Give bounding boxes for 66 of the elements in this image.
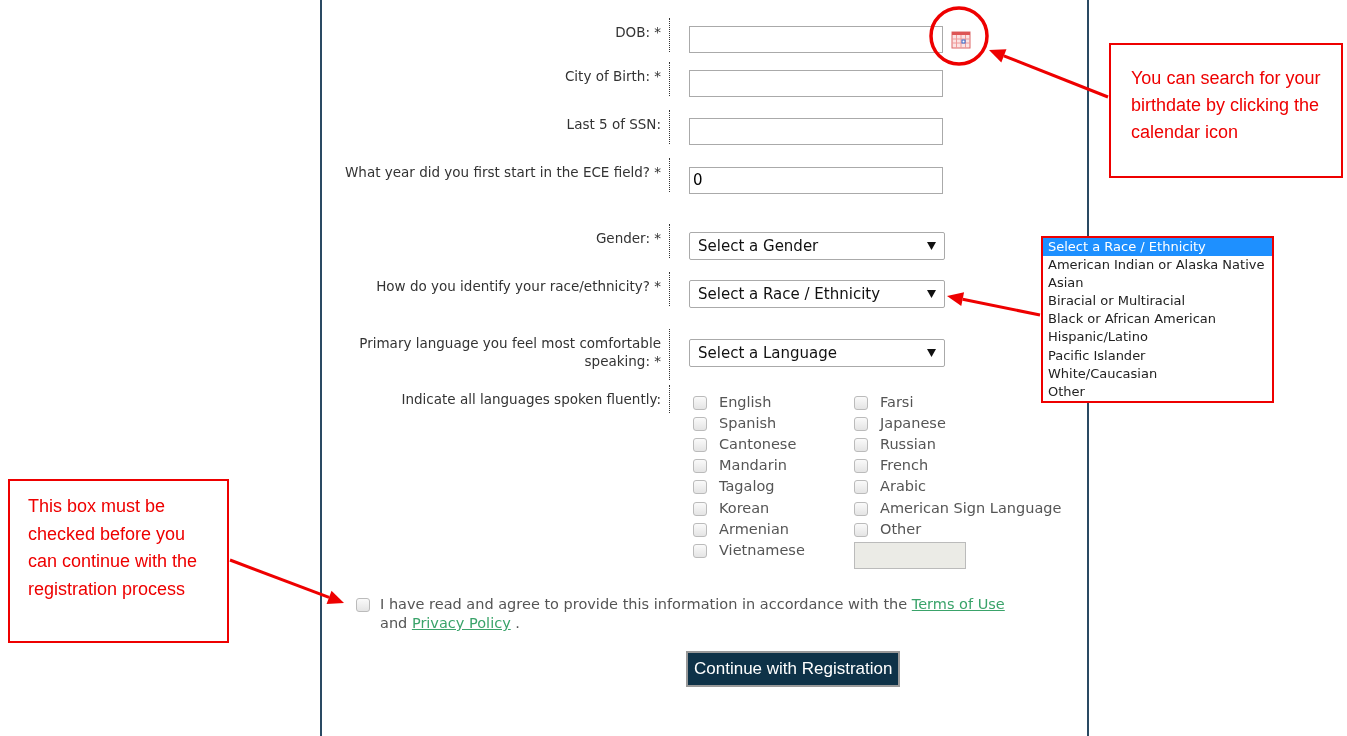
dropdown-option[interactable]: Hispanic/Latino bbox=[1043, 328, 1272, 347]
checkbox[interactable] bbox=[693, 437, 707, 452]
checkbox-label: Cantonese bbox=[719, 435, 797, 455]
field-label: Primary language you feel most comfortable speaking: * bbox=[340, 329, 670, 381]
checkbox[interactable] bbox=[854, 480, 868, 495]
text-field[interactable] bbox=[689, 70, 943, 97]
callout-note: This box must be checked before you can continue with the registration process bbox=[8, 479, 229, 643]
checkbox-label: Tagalog bbox=[719, 477, 775, 497]
dropdown-option[interactable]: Biracial or Multiracial bbox=[1043, 292, 1272, 311]
agreement-text: I have read and agree to provide this information in accordance with the Terms of Use and Privacy Policy . bbox=[380, 595, 1006, 633]
text-field[interactable]: 0 bbox=[689, 167, 943, 194]
callout-note: You can search for your birthdate by clicking the calendar icon bbox=[1109, 43, 1343, 178]
text-field[interactable] bbox=[689, 118, 943, 145]
dropdown-option[interactable]: Pacific Islander bbox=[1043, 346, 1272, 365]
field-label: City of Birth: * bbox=[564, 62, 670, 96]
dropdown-option[interactable]: White/Caucasian bbox=[1043, 364, 1272, 383]
text-field[interactable] bbox=[689, 26, 943, 53]
field-label: Last 5 of SSN: bbox=[566, 110, 670, 144]
checkbox-label: Russian bbox=[880, 435, 936, 455]
checkbox[interactable] bbox=[854, 501, 868, 516]
checkbox[interactable] bbox=[693, 522, 707, 537]
caret-icon bbox=[927, 242, 936, 250]
continue-button[interactable]: Continue with Registration bbox=[686, 651, 901, 687]
checkbox-label: Spanish bbox=[719, 413, 777, 433]
checkbox-label: Mandarin bbox=[719, 456, 787, 476]
agreement-checkbox[interactable] bbox=[356, 598, 370, 613]
checkbox-label: American Sign Language bbox=[880, 498, 1062, 518]
checkbox-label: Arabic bbox=[880, 477, 926, 497]
field-label: DOB: * bbox=[615, 18, 670, 52]
select-value: Select a Language bbox=[698, 342, 838, 364]
checkbox[interactable] bbox=[693, 395, 707, 410]
select-value: Select a Gender bbox=[698, 235, 819, 257]
checkbox[interactable] bbox=[854, 522, 868, 537]
checkbox[interactable] bbox=[693, 480, 707, 495]
checkbox[interactable] bbox=[693, 543, 707, 558]
checkbox-label: Korean bbox=[719, 498, 770, 518]
checkbox[interactable] bbox=[854, 416, 868, 431]
checkbox-label: Farsi bbox=[880, 392, 914, 412]
highlight-circle bbox=[929, 6, 989, 66]
checkbox[interactable] bbox=[854, 437, 868, 452]
caret-icon bbox=[927, 349, 936, 357]
dropdown-option[interactable]: Other bbox=[1043, 382, 1272, 401]
checkbox-label: Armenian bbox=[719, 519, 789, 539]
select-value: Select a Race / Ethnicity bbox=[698, 283, 881, 305]
dropdown-option[interactable]: Asian bbox=[1043, 274, 1272, 293]
caret-icon bbox=[927, 290, 936, 298]
field-label: Gender: * bbox=[595, 224, 670, 258]
checkbox-label: English bbox=[719, 392, 772, 412]
checkbox-label: Vietnamese bbox=[719, 541, 805, 561]
calendar-icon[interactable] bbox=[951, 30, 971, 49]
checkbox-label: French bbox=[880, 456, 929, 476]
field-label: Indicate all languages spoken fluently: bbox=[401, 385, 670, 413]
checkbox-label: Other bbox=[880, 519, 922, 539]
dropdown-option[interactable]: Black or African American bbox=[1043, 310, 1272, 329]
checkbox[interactable] bbox=[854, 395, 868, 410]
field-label: What year did you first start in the ECE field? * bbox=[345, 158, 670, 192]
checkbox-label: Japanese bbox=[880, 413, 946, 433]
select-dropdown[interactable]: Select a Language bbox=[689, 339, 945, 367]
select-dropdown[interactable]: Select a Gender bbox=[689, 232, 945, 260]
select-dropdown[interactable]: Select a Race / Ethnicity bbox=[689, 280, 945, 308]
checkbox[interactable] bbox=[693, 416, 707, 431]
dropdown-option[interactable]: American Indian or Alaska Native bbox=[1043, 256, 1272, 275]
checkbox[interactable] bbox=[693, 459, 707, 474]
field-label: How do you identify your race/ethnicity? * bbox=[376, 272, 670, 306]
checkbox[interactable] bbox=[854, 459, 868, 474]
checkbox[interactable] bbox=[693, 501, 707, 516]
